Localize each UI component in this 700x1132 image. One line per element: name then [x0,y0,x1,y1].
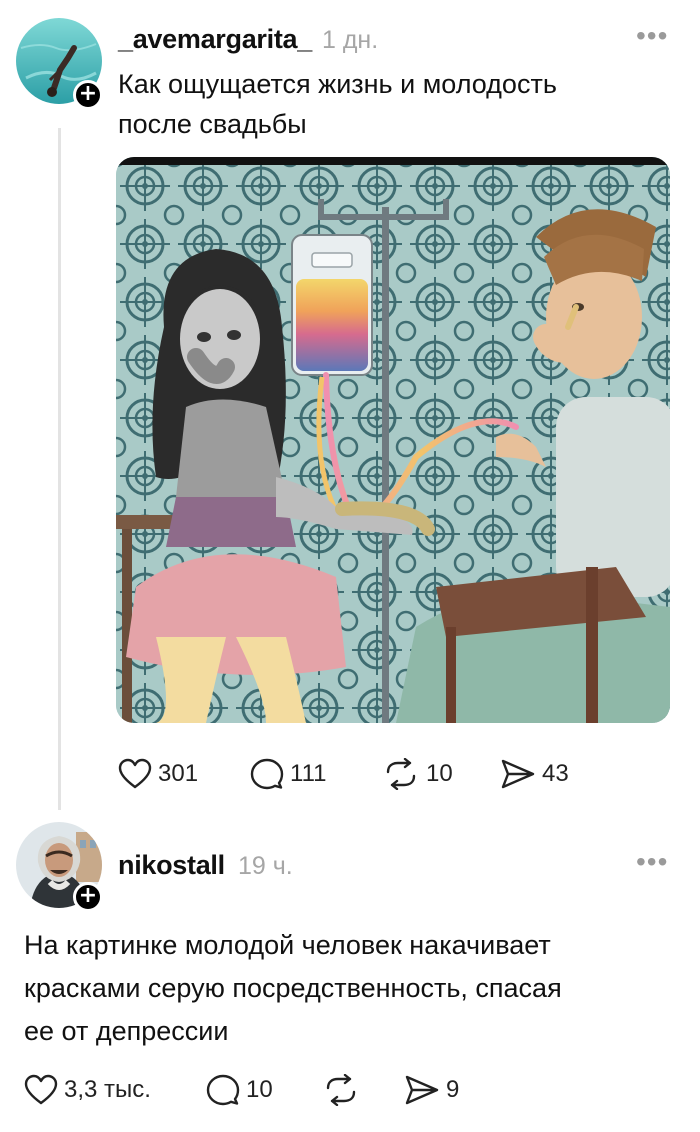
comment-count: 111 [290,760,327,787]
more-icon[interactable]: ••• [636,848,668,876]
follow-button-post1[interactable]: + [73,80,103,110]
comment-button-post2[interactable]: 10 [206,1074,273,1106]
send-icon [405,1075,439,1105]
plus-icon: + [78,883,98,908]
like-button-post2[interactable]: 3,3 тыс. [24,1074,151,1106]
share-button-post1[interactable]: 43 [500,758,569,790]
post-image[interactable] [116,157,670,723]
like-button-post1[interactable]: 301 [118,758,198,790]
username-post1[interactable]: _avemargarita_ [118,24,312,55]
comment-icon [250,758,284,790]
repost-icon [386,758,416,790]
post-text-line: На картинке молодой человек накачивает [24,930,551,960]
repost-button-post2[interactable] [322,1074,360,1106]
post-text-line: после свадьбы [118,109,307,139]
follow-button-post2[interactable]: + [73,882,103,912]
post-text-line: красками серую посредственность, спасая [24,973,562,1003]
post-text-line: ее от депрессии [24,1016,229,1046]
repost-button-post1[interactable]: 10 [382,758,453,790]
thread-line [58,128,61,810]
timestamp-post2: 19 ч. [238,852,293,880]
like-count: 301 [158,760,199,787]
share-button-post2[interactable]: 9 [404,1074,459,1106]
repost-icon [326,1074,356,1106]
comment-button-post1[interactable]: 111 [250,758,326,790]
post-text-line: Как ощущается жизнь и молодость [118,69,557,99]
more-icon[interactable]: ••• [636,22,668,50]
send-icon [501,759,535,789]
post-text-2: На картинке молодой человек накачивает к… [24,924,562,1053]
repost-count: 10 [426,760,453,787]
heart-icon [118,758,152,789]
username-post2[interactable]: nikostall [118,850,225,881]
comment-icon [206,1074,240,1106]
heart-icon [24,1074,58,1105]
like-count: 3,3 тыс. [64,1076,151,1103]
comment-count: 10 [246,1076,273,1103]
share-count: 9 [446,1076,460,1103]
plus-icon: + [78,81,98,106]
post-text-1: Как ощущается жизнь и молодость после св… [118,64,557,144]
share-count: 43 [542,760,569,787]
timestamp-post1: 1 дн. [322,26,379,54]
